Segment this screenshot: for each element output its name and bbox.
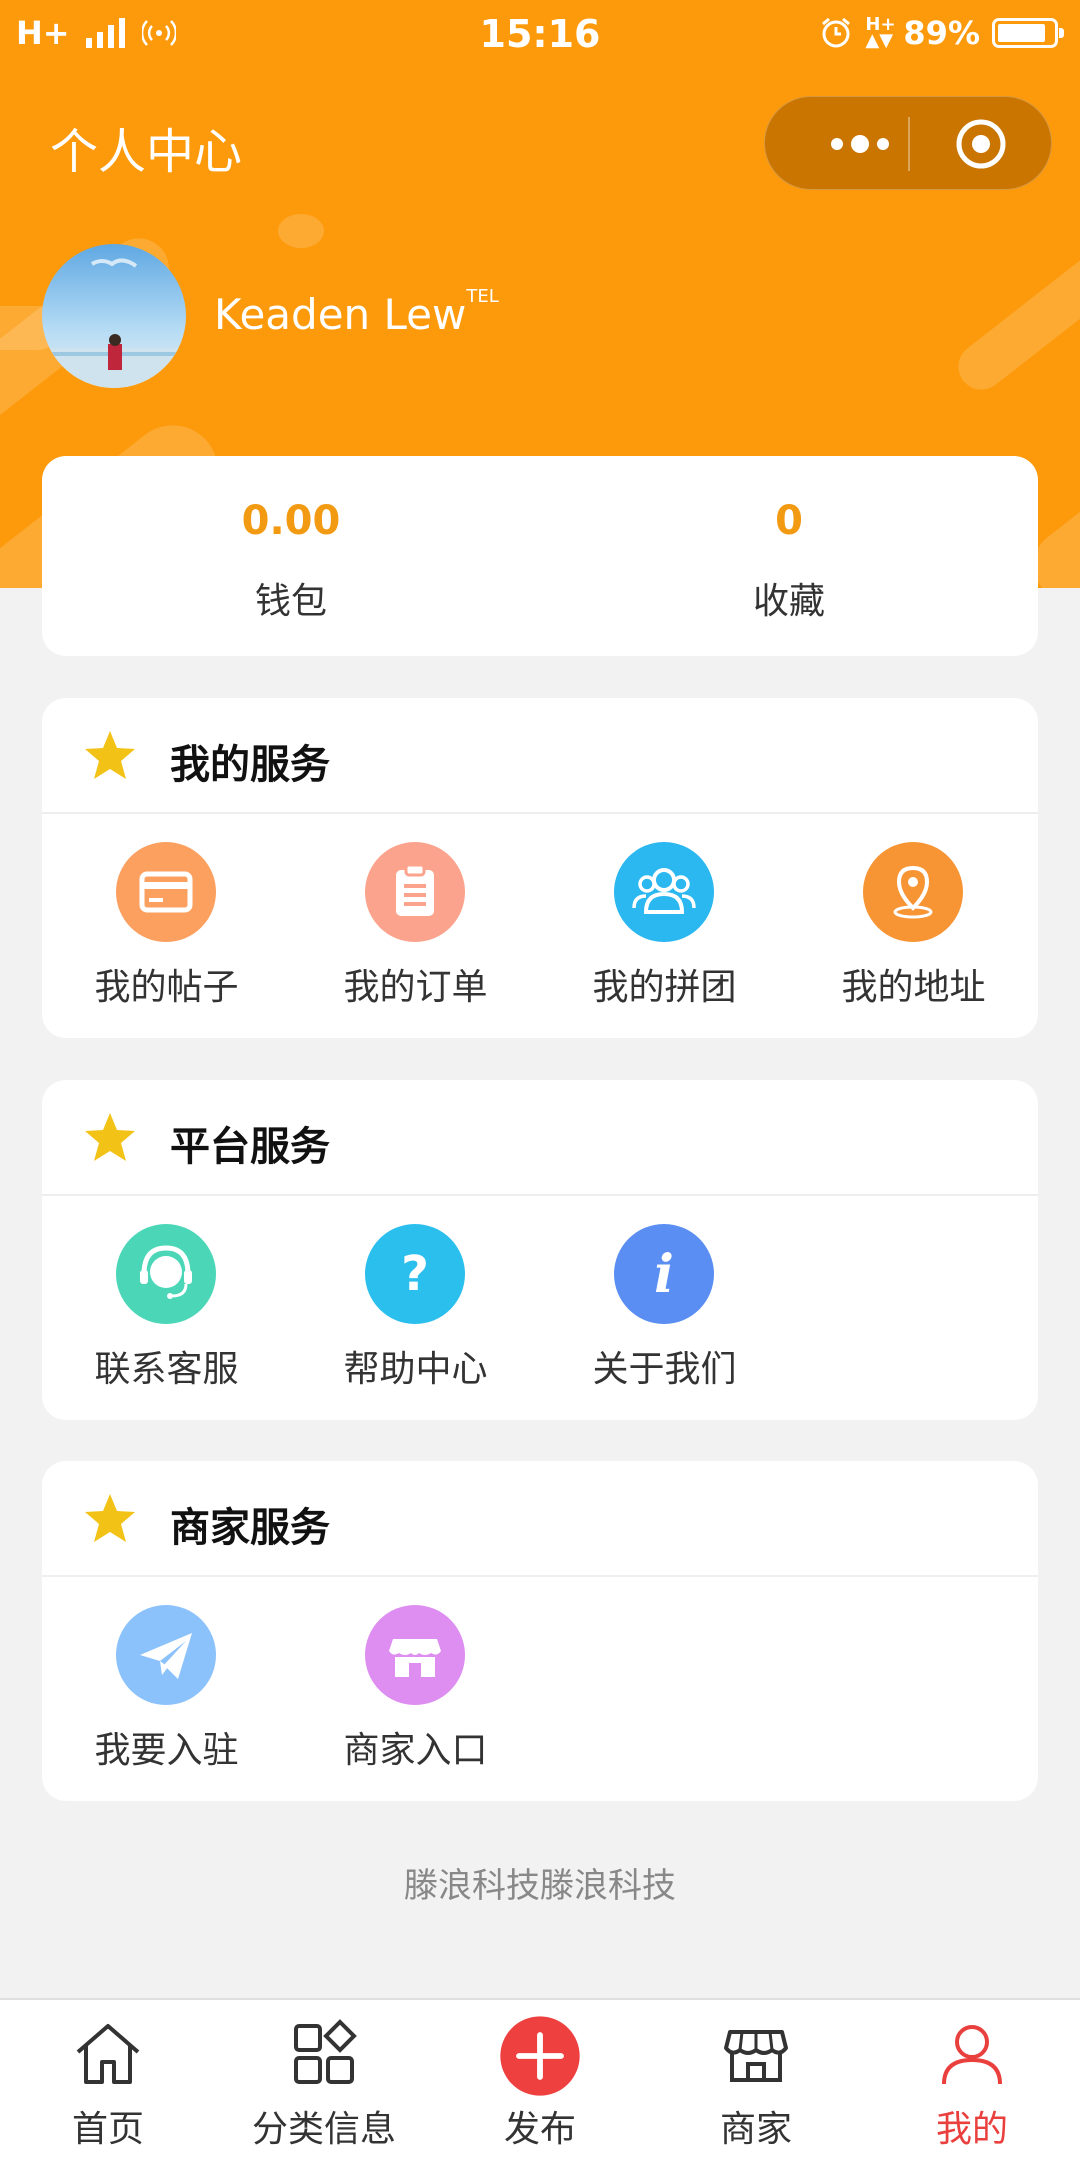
group-icon [614,842,714,942]
my-address-label: 我的地址 [841,967,986,1008]
question-icon: ? [365,1224,465,1324]
my-group-buy-button[interactable]: 我的拼团 [540,814,789,1038]
close-circle-icon [956,119,1006,169]
close-button[interactable] [955,118,1007,170]
mini-program-capsule [764,96,1052,190]
alarm-icon [822,17,851,48]
my-orders-button[interactable]: 我的订单 [291,814,540,1038]
section-title: 商家服务 [170,1505,330,1551]
capsule-divider [908,117,910,171]
merchant-entrance-button[interactable]: 商家入口 [291,1577,540,1801]
wallet-value: 0.00 [241,498,341,544]
battery-level [998,24,1046,42]
section-header: 商家服务 [42,1461,1038,1577]
bottom-tab-bar: 首页 分类信息 发布 商家 我的 [0,1998,1080,2162]
svg-text:?: ? [401,1246,429,1302]
merchant-entrance-label: 商家入口 [343,1730,488,1771]
section-merchant-services: 商家服务 我要入驻 商家入口 [42,1461,1038,1801]
store-icon [724,2030,788,2082]
battery-icon [992,18,1064,48]
tab-publish-label: 发布 [503,2109,576,2150]
paper-plane-icon [116,1605,216,1705]
location-pin-icon [863,842,963,942]
tab-categories-label: 分类信息 [251,2109,396,2150]
home-icon [76,2024,140,2084]
more-menu-button[interactable] [805,97,915,191]
contact-support-label: 联系客服 [94,1349,239,1390]
secondary-network-icon: H+ ▲▼ [865,14,896,51]
section-title: 我的服务 [170,742,330,788]
avatar[interactable] [42,244,186,388]
section-my-services: 我的服务 我的帖子 我的订单 我的拼团 我的地址 [42,698,1038,1038]
username: Keaden LewTEL [214,286,499,339]
username-text: Keaden Lew [214,290,467,339]
wallet-label: 钱包 [254,581,327,622]
section-header: 平台服务 [42,1080,1038,1196]
my-group-buy-label: 我的拼团 [592,967,737,1008]
tab-categories[interactable]: 分类信息 [216,2000,432,2162]
favorites-stat[interactable]: 0 收藏 [540,456,1038,656]
info-icon: i [614,1224,714,1324]
section-header: 我的服务 [42,698,1038,814]
card-icon [116,842,216,942]
tab-mine-label: 我的 [935,2109,1008,2150]
merchant-join-button[interactable]: 我要入驻 [42,1577,291,1801]
username-badge: TEL [466,286,499,307]
help-center-button[interactable]: ? 帮助中心 [291,1196,540,1420]
customer-service-icon [116,1224,216,1324]
section-title: 平台服务 [170,1124,330,1170]
clipboard-icon [365,842,465,942]
my-address-button[interactable]: 我的地址 [789,814,1038,1038]
wallet-stat[interactable]: 0.00 钱包 [42,456,540,656]
stats-card: 0.00 钱包 0 收藏 [42,456,1038,656]
user-icon [942,2025,1002,2085]
tab-merchants[interactable]: 商家 [648,2000,864,2162]
tab-home-label: 首页 [71,2109,144,2150]
section-platform-services: 平台服务 联系客服 ? 帮助中心 i 关于我们 [42,1080,1038,1420]
merchant-join-label: 我要入驻 [94,1730,239,1771]
tab-home[interactable]: 首页 [0,2000,216,2162]
tab-publish[interactable]: 发布 [432,2000,648,2162]
svg-text:i: i [654,1244,674,1305]
page-title: 个人中心 [50,124,243,180]
avatar-image [42,244,186,388]
about-us-button[interactable]: i 关于我们 [540,1196,789,1420]
battery-percent: 89% [903,14,980,52]
decor-shape [949,227,1080,399]
about-us-label: 关于我们 [592,1349,737,1390]
favorites-label: 收藏 [752,581,825,622]
favorites-value: 0 [775,498,803,544]
tab-merchants-label: 商家 [719,2109,792,2150]
help-center-label: 帮助中心 [343,1349,488,1390]
star-icon [85,1494,135,1542]
star-icon [85,731,135,779]
storefront-icon [365,1605,465,1705]
tab-mine[interactable]: 我的 [864,2000,1080,2162]
status-bar: H+ 15:16 H+ ▲▼ 89% [0,0,1080,76]
my-posts-label: 我的帖子 [94,967,239,1008]
footer-company-text: 滕浪科技滕浪科技 [404,1866,676,1906]
decor-shape [278,214,324,248]
contact-support-button[interactable]: 联系客服 [42,1196,291,1420]
my-orders-label: 我的订单 [343,967,488,1008]
category-icon [294,2019,357,2084]
star-icon [85,1113,135,1161]
my-posts-button[interactable]: 我的帖子 [42,814,291,1038]
plus-icon [500,2016,580,2096]
